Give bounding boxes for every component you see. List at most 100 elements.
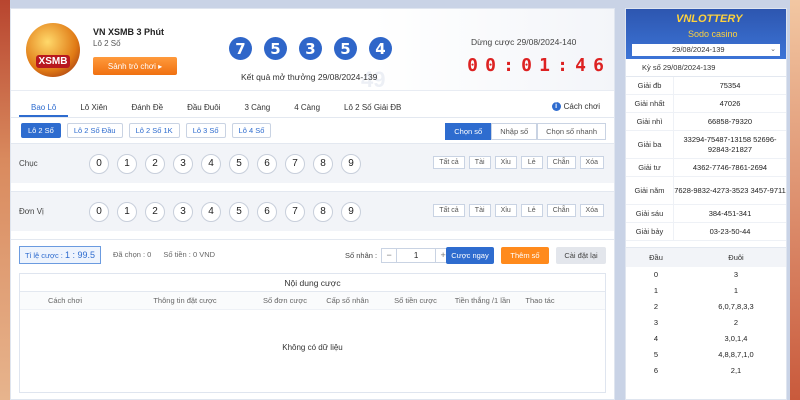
quick-big-button[interactable]: Tài bbox=[468, 156, 491, 169]
reset-button[interactable]: Cài đặt lại bbox=[556, 247, 606, 264]
tab-lo-2-so-giai-db[interactable]: Lô 2 Số Giải ĐB bbox=[332, 99, 413, 117]
bet-amount: Số tiền : 0 VND bbox=[163, 250, 216, 259]
prize-name: Giải năm bbox=[626, 177, 674, 204]
col-header: Cấp số nhân bbox=[326, 296, 369, 305]
number-ball[interactable]: 2 bbox=[145, 201, 165, 222]
mode-chon-so-nhanh[interactable]: Chọn số nhanh bbox=[537, 123, 606, 140]
number-ball[interactable]: 4 bbox=[201, 153, 221, 174]
tail-digits: 4,8,8,7,1,0 bbox=[718, 350, 754, 359]
number-ball[interactable]: 7 bbox=[285, 153, 305, 174]
countdown-digit: 0 bbox=[467, 55, 478, 76]
minus-button[interactable]: − bbox=[382, 249, 396, 262]
mode-chon-so[interactable]: Chọn số bbox=[445, 123, 492, 140]
head-digit: 6 bbox=[653, 366, 659, 375]
prize-name: Giải nhất bbox=[626, 95, 674, 112]
prize-value: 33294-75487-13158 52696-92843-21827 bbox=[683, 134, 777, 154]
result-balls: 7 5 3 5 4 bbox=[229, 37, 392, 60]
number-ball[interactable]: 2 bbox=[145, 153, 165, 174]
quick-odd-button[interactable]: Lẻ bbox=[520, 156, 543, 169]
quick-big-button[interactable]: Tài bbox=[468, 204, 491, 217]
result-ball: 5 bbox=[334, 37, 357, 60]
head-tail-row: 5 4,8,8,7,1,0 bbox=[626, 347, 786, 363]
number-ball[interactable]: 8 bbox=[313, 201, 333, 222]
quick-select: Tất cả Tài Xỉu Lẻ Chẵn Xóa bbox=[433, 156, 604, 169]
multiplier-input[interactable]: 1 bbox=[396, 249, 437, 262]
subtab-lo-2-so-1k[interactable]: Lô 2 Số 1K bbox=[128, 123, 180, 138]
sidebar-header: VNLOTTERY Sodo casino 29/08/2024-139 ⌄ bbox=[626, 9, 786, 59]
tab-lo-xien[interactable]: Lô Xiên bbox=[68, 99, 119, 117]
bet-content-table: Nội dung cược Cách chơi Thông tin đặt cư… bbox=[19, 273, 606, 393]
game-title: VN XSMB 3 Phút bbox=[93, 27, 165, 37]
quick-even-button[interactable]: Chẵn bbox=[546, 156, 576, 169]
tail-digits: 6,0,7,8,3,3 bbox=[718, 302, 754, 311]
info-icon: i bbox=[551, 102, 561, 111]
number-ball[interactable]: 7 bbox=[285, 201, 305, 222]
mode-nhap-so[interactable]: Nhập số bbox=[491, 123, 538, 140]
quick-select: Tất cả Tài Xỉu Lẻ Chẵn Xóa bbox=[433, 204, 604, 217]
tab-4-cang[interactable]: 4 Càng bbox=[282, 99, 332, 117]
tab-3-cang[interactable]: 3 Càng bbox=[232, 99, 282, 117]
subtab-lo-3-so[interactable]: Lô 3 Số bbox=[185, 123, 226, 138]
number-ball[interactable]: 9 bbox=[341, 201, 361, 222]
number-ball[interactable]: 1 bbox=[117, 201, 137, 222]
quick-even-button[interactable]: Chẵn bbox=[546, 204, 576, 217]
countdown-digit: 6 bbox=[593, 55, 604, 76]
subtab-lo-2-so[interactable]: Lô 2 Số bbox=[21, 123, 61, 138]
game-subtitle: Lô 2 Số bbox=[93, 39, 121, 48]
head-col-title: Đầu bbox=[649, 253, 663, 262]
tab-danh-de[interactable]: Đánh Đề bbox=[120, 99, 176, 117]
quick-clear-button[interactable]: Xóa bbox=[579, 204, 604, 217]
tab-dau-duoi[interactable]: Đầu Đuôi bbox=[175, 99, 232, 117]
game-panel: XSMB VN XSMB 3 Phút Lô 2 Số Sảnh trò chơ… bbox=[10, 8, 615, 400]
quick-small-button[interactable]: Xỉu bbox=[494, 156, 517, 169]
period-select[interactable]: 29/08/2024-139 ⌄ bbox=[632, 44, 780, 56]
number-ball[interactable]: 3 bbox=[173, 201, 193, 222]
tail-digits: 3 bbox=[733, 270, 739, 279]
add-number-button[interactable]: Thêm số bbox=[501, 247, 549, 264]
prize-row: Giải sáu 384-451-341 bbox=[626, 205, 786, 223]
quick-odd-button[interactable]: Lẻ bbox=[520, 204, 543, 217]
number-ball[interactable]: 0 bbox=[89, 201, 109, 222]
head-digit: 5 bbox=[653, 350, 659, 359]
number-picker: 0 1 2 3 4 5 6 7 8 9 bbox=[89, 201, 361, 222]
result-ball: 4 bbox=[369, 37, 392, 60]
head-tail-header: Đầu Đuôi bbox=[626, 247, 786, 267]
multiplier: Số nhân : − 1 + bbox=[345, 248, 452, 263]
number-ball[interactable]: 0 bbox=[89, 153, 109, 174]
number-ball[interactable]: 9 bbox=[341, 153, 361, 174]
bet-content-title: Nội dung cược bbox=[20, 274, 605, 292]
tab-bao-lo[interactable]: Bao Lô bbox=[19, 99, 69, 117]
bet-bar: Tỉ lệ cược : 1 : 99.5 Đã chọn : 0 Số tiề… bbox=[11, 239, 614, 269]
table-header: Cách chơi Thông tin đặt cược Số đơn cược… bbox=[20, 292, 605, 310]
number-ball[interactable]: 4 bbox=[201, 201, 221, 222]
head-digit: 2 bbox=[653, 302, 659, 311]
quick-small-button[interactable]: Xỉu bbox=[494, 204, 517, 217]
game-hall-button[interactable]: Sảnh trò chơi ▸ bbox=[93, 57, 177, 75]
subtab-lo-4-so[interactable]: Lô 4 Số bbox=[231, 123, 272, 138]
number-ball[interactable]: 8 bbox=[313, 153, 333, 174]
number-ball[interactable]: 6 bbox=[257, 201, 277, 222]
number-ball[interactable]: 6 bbox=[257, 153, 277, 174]
number-ball[interactable]: 5 bbox=[229, 153, 249, 174]
countdown-separator: : bbox=[503, 55, 514, 76]
number-ball[interactable]: 1 bbox=[117, 153, 137, 174]
prize-value: 75354 bbox=[719, 80, 741, 90]
selected-count: Đã chọn : 0 bbox=[112, 250, 152, 259]
prize-value: 03-23-50-44 bbox=[709, 226, 751, 236]
bet-now-button[interactable]: Cược ngay bbox=[446, 247, 494, 264]
quick-clear-button[interactable]: Xóa bbox=[579, 156, 604, 169]
head-tail-row: 32 bbox=[626, 315, 786, 331]
quick-all-button[interactable]: Tất cả bbox=[433, 204, 465, 217]
tail-digits: 2 bbox=[733, 318, 739, 327]
quick-all-button[interactable]: Tất cả bbox=[433, 156, 465, 169]
countdown-digit: 0 bbox=[521, 55, 532, 76]
howto-link[interactable]: i Cách chơi bbox=[551, 102, 600, 111]
countdown-timer: 0 0 : 0 1 : 4 6 bbox=[466, 55, 605, 76]
prize-name: Giải tư bbox=[626, 159, 674, 176]
tail-col-title: Đuôi bbox=[728, 253, 744, 262]
number-ball[interactable]: 3 bbox=[173, 153, 193, 174]
number-ball[interactable]: 5 bbox=[229, 201, 249, 222]
subtab-lo-2-so-dau[interactable]: Lô 2 Số Đầu bbox=[66, 123, 123, 138]
result-period-label: Kết quả mở thưởng 29/08/2024-139 bbox=[241, 72, 378, 82]
prize-value: 66858-79320 bbox=[707, 116, 753, 126]
